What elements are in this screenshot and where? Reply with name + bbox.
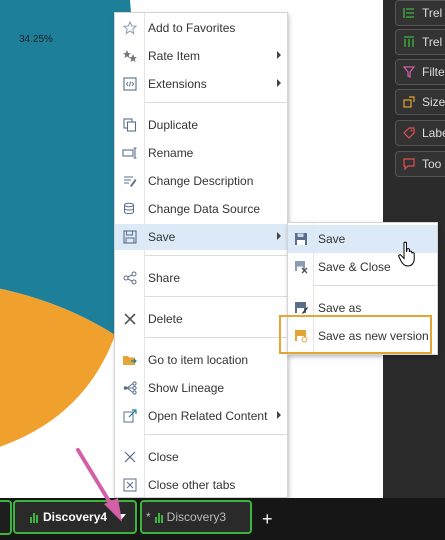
highlight-box bbox=[279, 315, 432, 354]
menu-item-label: Open Related Content bbox=[148, 409, 268, 423]
menu-item-label: Change Description bbox=[148, 174, 254, 188]
menu-item-open-related-content[interactable]: Open Related Content bbox=[115, 403, 287, 429]
panel-item-label: Trel bbox=[422, 6, 443, 20]
panel-item-trellis-rows[interactable]: Trel bbox=[395, 0, 445, 26]
menu-item-label: Rename bbox=[148, 146, 194, 160]
menu-item-share[interactable]: Share bbox=[115, 265, 287, 291]
rows-icon bbox=[402, 6, 416, 20]
menu-item-label: Show Lineage bbox=[148, 381, 225, 395]
delete-icon bbox=[115, 312, 145, 326]
submenu-separator bbox=[314, 285, 437, 286]
panel-item-label: Trel bbox=[422, 35, 443, 49]
menu-item-change-data-source[interactable]: Change Data Source bbox=[115, 196, 287, 222]
tab-discovery4[interactable]: Discovery4 bbox=[13, 500, 137, 534]
panel-item-trellis-columns[interactable]: Trel bbox=[395, 29, 445, 55]
tab-menu-caret-icon[interactable] bbox=[116, 514, 127, 520]
tag-icon bbox=[402, 126, 416, 140]
menu-item-show-lineage[interactable]: Show Lineage bbox=[115, 375, 287, 401]
hand-cursor-icon bbox=[398, 241, 415, 267]
save-icon bbox=[288, 232, 314, 246]
menu-item-label: Extensions bbox=[148, 77, 207, 91]
panel-item-size[interactable]: Size bbox=[395, 89, 445, 115]
columns-icon bbox=[402, 35, 416, 49]
menu-item-extensions[interactable]: Extensions bbox=[115, 71, 287, 97]
filter-icon bbox=[402, 65, 416, 79]
menu-item-rate-item[interactable]: Rate Item bbox=[115, 43, 287, 69]
menu-item-label: Go to item location bbox=[148, 353, 249, 367]
close-icon bbox=[115, 450, 145, 464]
size-icon bbox=[402, 95, 416, 109]
unsaved-marker: * bbox=[146, 510, 151, 524]
tooltip-icon bbox=[402, 157, 416, 171]
panel-item-label: Labe bbox=[422, 126, 445, 140]
add-tab-button[interactable]: + bbox=[262, 509, 273, 530]
submenu-arrow-icon bbox=[277, 411, 281, 419]
duplicate-icon bbox=[115, 118, 145, 132]
panel-item-label: Size bbox=[422, 95, 445, 109]
menu-separator bbox=[145, 296, 287, 297]
tab-discovery3[interactable]: * Discovery3 bbox=[140, 500, 252, 534]
app-window: 34.25% Trel Trel Filte Size Lab Too Add … bbox=[0, 0, 445, 540]
folder-icon bbox=[115, 353, 145, 367]
submenu-item-label: Save bbox=[318, 232, 346, 246]
star-icon bbox=[115, 21, 145, 35]
code-icon bbox=[115, 77, 145, 91]
slice-percentage-label: 34.25% bbox=[19, 34, 53, 45]
panel-item-label: Filte bbox=[422, 65, 445, 79]
panel-item-filter[interactable]: Filte bbox=[395, 59, 445, 85]
menu-item-label: Share bbox=[148, 271, 181, 285]
menu-separator bbox=[145, 255, 287, 256]
menu-item-close-other-tabs[interactable]: Close other tabs bbox=[115, 472, 287, 498]
tab-label: Discovery4 bbox=[43, 510, 108, 524]
menu-item-label: Rate Item bbox=[148, 49, 201, 63]
panel-item-labels[interactable]: Labe bbox=[395, 120, 445, 146]
tab-previous[interactable] bbox=[0, 500, 12, 535]
menu-item-rename[interactable]: Rename bbox=[115, 140, 287, 166]
menu-separator bbox=[145, 102, 287, 103]
save-as-icon bbox=[288, 301, 314, 315]
menu-item-duplicate[interactable]: Duplicate bbox=[115, 112, 287, 138]
related-icon bbox=[115, 409, 145, 423]
menu-item-label: Save bbox=[148, 230, 176, 244]
submenu-item-label: Save & Close bbox=[318, 260, 391, 274]
rename-icon bbox=[115, 146, 145, 160]
lineage-icon bbox=[115, 381, 145, 395]
submenu-arrow-icon bbox=[277, 79, 281, 87]
save-icon bbox=[115, 230, 145, 244]
submenu-arrow-icon bbox=[277, 232, 281, 240]
menu-item-label: Change Data Source bbox=[148, 202, 261, 216]
menu-item-label: Close bbox=[148, 450, 179, 464]
database-icon bbox=[115, 202, 145, 216]
submenu-item-label: Save as bbox=[318, 301, 362, 315]
description-icon bbox=[115, 174, 145, 188]
menu-separator bbox=[145, 337, 287, 338]
bar-chart-icon bbox=[154, 512, 163, 523]
menu-item-label: Delete bbox=[148, 312, 183, 326]
share-icon bbox=[115, 271, 145, 285]
tab-bar: Discovery4 * Discovery3 bbox=[0, 498, 445, 540]
stars-icon bbox=[115, 49, 145, 63]
menu-item-delete[interactable]: Delete bbox=[115, 306, 287, 332]
menu-item-save[interactable]: Save bbox=[115, 224, 287, 250]
menu-separator bbox=[145, 434, 287, 435]
menu-item-change-description[interactable]: Change Description bbox=[115, 168, 287, 194]
close-tabs-icon bbox=[115, 478, 145, 492]
tab-label: Discovery3 bbox=[166, 510, 227, 524]
menu-item-label: Duplicate bbox=[148, 118, 199, 132]
menu-item-close[interactable]: Close bbox=[115, 444, 287, 470]
bar-chart-icon bbox=[30, 512, 38, 523]
menu-item-go-to-item-location[interactable]: Go to item location bbox=[115, 347, 287, 373]
submenu-arrow-icon bbox=[277, 51, 281, 59]
panel-item-label: Too bbox=[422, 157, 442, 171]
menu-item-label: Add to Favorites bbox=[148, 21, 236, 35]
panel-item-tooltips[interactable]: Too bbox=[395, 151, 445, 177]
save-close-icon bbox=[288, 260, 314, 274]
context-menu: Add to Favorites Rate Item Extensions Du… bbox=[114, 12, 288, 498]
menu-item-label: Close other tabs bbox=[148, 478, 236, 492]
menu-item-add-to-favorites[interactable]: Add to Favorites bbox=[115, 15, 287, 41]
